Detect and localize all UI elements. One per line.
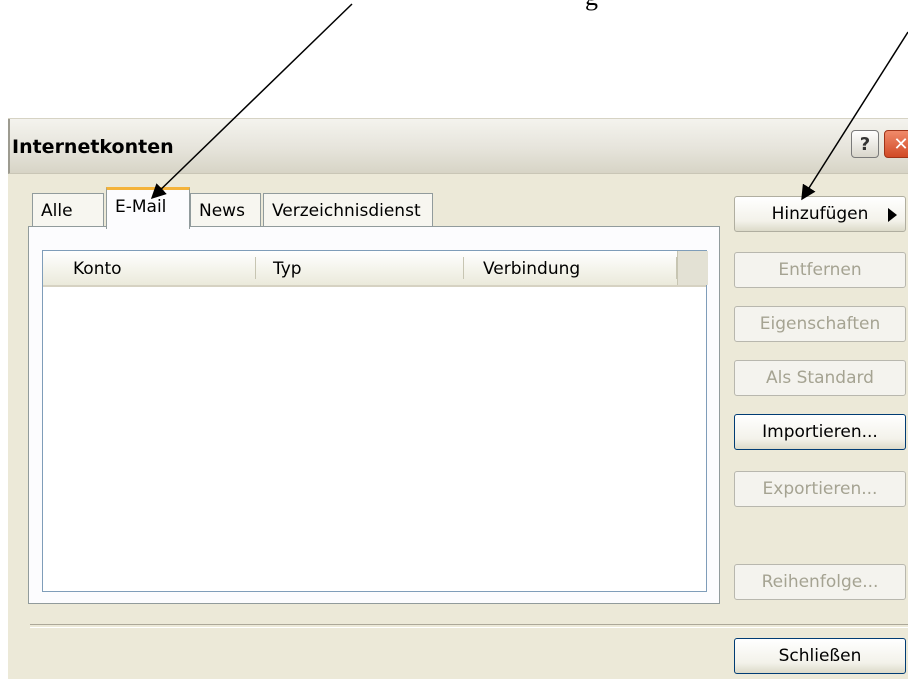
header-filler (677, 251, 708, 285)
title-bar: Internetkonten ? ✕ (8, 119, 908, 174)
export-button[interactable]: Exportieren... (734, 471, 906, 507)
properties-button[interactable]: Eigenschaften (734, 306, 906, 342)
caption-fragment: g (585, 0, 598, 12)
tab-news[interactable]: News (190, 193, 261, 227)
list-header: Konto Typ Verbindung (43, 251, 708, 287)
column-konto[interactable]: Konto (73, 251, 122, 285)
tab-alle[interactable]: Alle (32, 193, 104, 227)
accounts-list[interactable]: Konto Typ Verbindung (42, 250, 708, 592)
column-verbindung[interactable]: Verbindung (483, 251, 580, 285)
window-title: Internetkonten (12, 136, 174, 158)
set-default-button[interactable]: Als Standard (734, 360, 906, 396)
tab-email[interactable]: E-Mail (106, 187, 190, 229)
column-separator[interactable] (255, 257, 256, 279)
close-button[interactable]: Schließen (734, 638, 906, 674)
order-button[interactable]: Reihenfolge... (734, 564, 906, 600)
tab-verzeichnisdienst[interactable]: Verzeichnisdienst (263, 193, 433, 227)
import-button[interactable]: Importieren... (734, 414, 906, 450)
help-button[interactable]: ? (851, 130, 879, 158)
remove-button[interactable]: Entfernen (734, 252, 906, 288)
add-button-label: Hinzufügen (771, 204, 869, 224)
submenu-arrow-icon (888, 208, 897, 222)
column-separator[interactable] (463, 257, 464, 279)
divider (30, 624, 908, 628)
tab-panel: Konto Typ Verbindung (28, 226, 720, 604)
column-typ[interactable]: Typ (273, 251, 302, 285)
add-button[interactable]: Hinzufügen (734, 196, 906, 232)
close-window-button[interactable]: ✕ (884, 130, 908, 158)
